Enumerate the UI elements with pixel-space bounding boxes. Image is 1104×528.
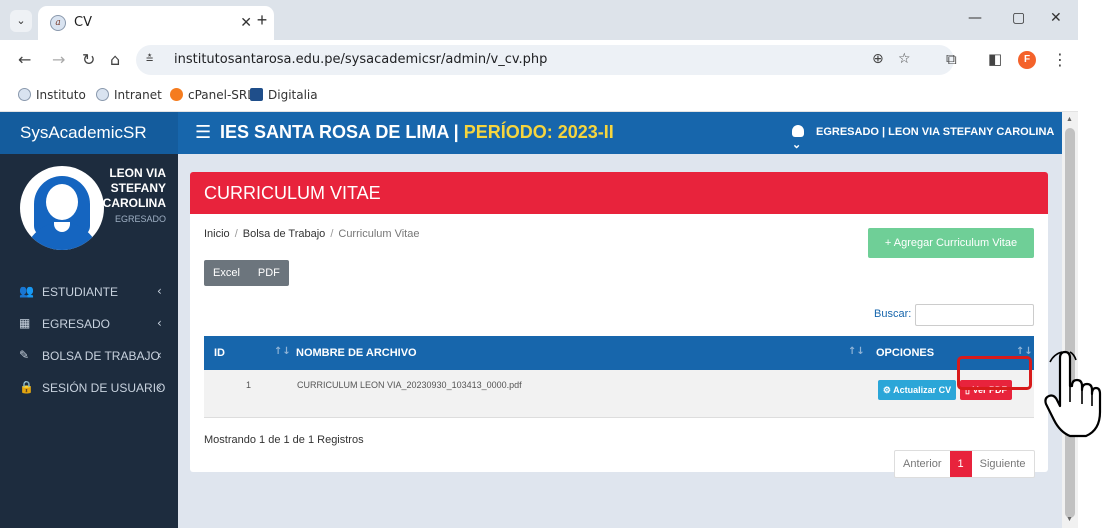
digitalia-logo-icon xyxy=(250,88,263,101)
app-brand[interactable]: SysAcademicSR xyxy=(0,112,178,154)
side-panel-icon[interactable]: ◧ xyxy=(988,50,1002,68)
site-info-icon[interactable]: ≛ xyxy=(146,52,153,66)
export-excel-button[interactable]: Excel xyxy=(204,260,249,286)
sidebar-user-name: LEON VIA STEFANY CAROLINA xyxy=(102,166,166,210)
sidebar-item-sesion-de-usuario[interactable]: 🔒 SESIÓN DE USUARIO ‹ xyxy=(0,372,178,404)
col-id[interactable]: ID xyxy=(214,347,225,359)
sidebar-user-role: EGRESADO xyxy=(114,214,166,224)
reload-icon[interactable]: ↻ xyxy=(82,50,95,69)
breadcrumb-inicio[interactable]: Inicio xyxy=(204,228,230,240)
sidebar-item-estudiante[interactable]: 👥 ESTUDIANTE ‹ xyxy=(0,276,178,308)
tab-search-button[interactable]: ⌄ xyxy=(10,10,32,32)
lock-icon: 🔒 xyxy=(19,380,34,394)
page-scrollbar[interactable]: ▲ ▼ xyxy=(1062,112,1078,528)
forward-icon[interactable]: → xyxy=(52,50,65,69)
records-info: Mostrando 1 de 1 de 1 Registros xyxy=(204,434,364,446)
user-icon xyxy=(792,125,804,137)
chevron-left-icon: ‹ xyxy=(157,380,162,394)
scroll-down-icon[interactable]: ▼ xyxy=(1066,516,1073,523)
export-pdf-button[interactable]: PDF xyxy=(249,260,289,286)
main-content: CURRICULUM VITAE Inicio / Bolsa de Trabajo… xyxy=(178,154,1062,528)
search-label: Buscar: xyxy=(874,308,912,320)
page-title: IES SANTA ROSA DE LIMA | PERÍODO: 2023-I… xyxy=(220,122,614,142)
browser-tab[interactable]: a CV ✕ xyxy=(38,6,274,40)
sidebar: LEON VIA STEFANY CAROLINA EGRESADO 👥 EST… xyxy=(0,154,178,528)
extensions-icon[interactable]: ⧉ xyxy=(946,50,957,68)
app-top-nav: SysAcademicSR ☰ IES SANTA ROSA DE LIMA |… xyxy=(0,112,1062,154)
home-icon[interactable]: ⌂ xyxy=(110,50,120,69)
browser-tab-bar: ⌄ a CV ✕ + — ▢ ✕ xyxy=(0,0,1078,40)
hand-pointer-icon xyxy=(1044,350,1102,438)
site-favicon-icon: a xyxy=(50,15,66,31)
address-bar[interactable]: ≛ institutosantarosa.edu.pe/sysacademics… xyxy=(136,45,954,75)
col-nombre[interactable]: NOMBRE DE ARCHIVO xyxy=(296,347,417,359)
address-toolbar: ← → ↻ ⌂ ≛ institutosantarosa.edu.pe/sysa… xyxy=(0,40,1078,80)
intranet-logo-icon xyxy=(96,88,109,101)
table-row: 1 CURRICULUM LEON VIA_20230930_103413_00… xyxy=(204,370,1034,418)
chevron-left-icon: ‹ xyxy=(157,316,162,330)
sort-icon[interactable]: ↑↓ xyxy=(274,346,291,357)
highlight-box xyxy=(957,356,1032,390)
chevron-down-icon: ⌄ xyxy=(792,139,802,151)
url-text: institutosantarosa.edu.pe/sysacademicsr/… xyxy=(174,52,548,67)
card-title: CURRICULUM VITAE xyxy=(190,172,1048,214)
cv-table: ID ↑↓ NOMBRE DE ARCHIVO ↑↓ OPCIONES ↑↓ 1… xyxy=(204,336,1034,418)
pagination-previous[interactable]: Anterior xyxy=(895,451,950,477)
add-cv-button[interactable]: + Agregar Curriculum Vitae xyxy=(868,228,1034,258)
breadcrumb-bolsa[interactable]: Bolsa de Trabajo xyxy=(243,228,326,240)
browser-menu-icon[interactable]: ⋮ xyxy=(1052,50,1068,69)
table-header: ID ↑↓ NOMBRE DE ARCHIVO ↑↓ OPCIONES ↑↓ xyxy=(204,336,1034,370)
cell-filename: CURRICULUM LEON VIA_20230930_103413_0000… xyxy=(297,380,522,390)
maximize-icon[interactable]: ▢ xyxy=(1012,10,1025,26)
tab-title: CV xyxy=(74,15,92,30)
bookmark-cpanel[interactable]: cPanel-SRL xyxy=(170,88,254,102)
breadcrumb: Inicio / Bolsa de Trabajo / Curriculum Vitae xyxy=(204,228,420,240)
bookmark-digitalia[interactable]: Digitalia xyxy=(250,88,318,102)
update-cv-button[interactable]: ⚙ Actualizar CV xyxy=(878,380,956,400)
col-opciones[interactable]: OPCIONES xyxy=(876,347,934,359)
minimize-icon[interactable]: — xyxy=(968,10,982,26)
bookmark-intranet[interactable]: Intranet xyxy=(96,88,162,102)
graduate-icon: ▦ xyxy=(19,316,31,330)
search-input[interactable] xyxy=(915,304,1034,326)
cv-card: CURRICULUM VITAE Inicio / Bolsa de Trabajo… xyxy=(190,172,1048,478)
back-icon[interactable]: ← xyxy=(18,50,31,69)
profile-avatar[interactable]: F xyxy=(1018,51,1036,69)
close-window-icon[interactable]: ✕ xyxy=(1050,10,1062,26)
chevron-left-icon: ‹ xyxy=(157,348,162,362)
bookmark-star-icon[interactable]: ☆ xyxy=(898,51,911,67)
gear-icon: ⚙ xyxy=(882,385,891,395)
period-label: PERÍODO: 2023-II xyxy=(463,122,614,142)
new-tab-button[interactable]: + xyxy=(250,9,274,33)
avatar xyxy=(20,166,104,250)
bookmark-instituto[interactable]: Instituto xyxy=(18,88,86,102)
sort-icon[interactable]: ↑↓ xyxy=(848,346,865,357)
pagination-page-1[interactable]: 1 xyxy=(949,451,972,477)
users-icon: 👥 xyxy=(19,284,34,298)
edit-icon: ✎ xyxy=(19,348,30,362)
hamburger-menu-icon[interactable]: ☰ xyxy=(195,122,211,143)
instituto-logo-icon xyxy=(18,88,31,101)
scroll-thumb[interactable] xyxy=(1065,128,1075,518)
bookmarks-bar: Instituto Intranet cPanel-SRL Digitalia xyxy=(0,80,1078,112)
sidebar-item-bolsa-de-trabajo[interactable]: ✎ BOLSA DE TRABAJO ‹ xyxy=(0,340,178,372)
export-buttons: Excel PDF xyxy=(204,260,289,286)
pagination-next[interactable]: Siguiente xyxy=(972,451,1034,477)
sidebar-item-egresado[interactable]: ▦ EGRESADO ‹ xyxy=(0,308,178,340)
pagination: Anterior 1 Siguiente xyxy=(894,450,1035,478)
user-dropdown[interactable]: EGRESADO | LEON VIA STEFANY CAROLINA ⌄ xyxy=(792,125,1062,151)
cpanel-logo-icon xyxy=(170,88,183,101)
chevron-left-icon: ‹ xyxy=(157,284,162,298)
scroll-up-icon[interactable]: ▲ xyxy=(1066,116,1073,123)
cell-id: 1 xyxy=(246,380,252,390)
zoom-icon[interactable]: ⊕ xyxy=(872,51,884,67)
breadcrumb-current: Curriculum Vitae xyxy=(338,228,420,240)
